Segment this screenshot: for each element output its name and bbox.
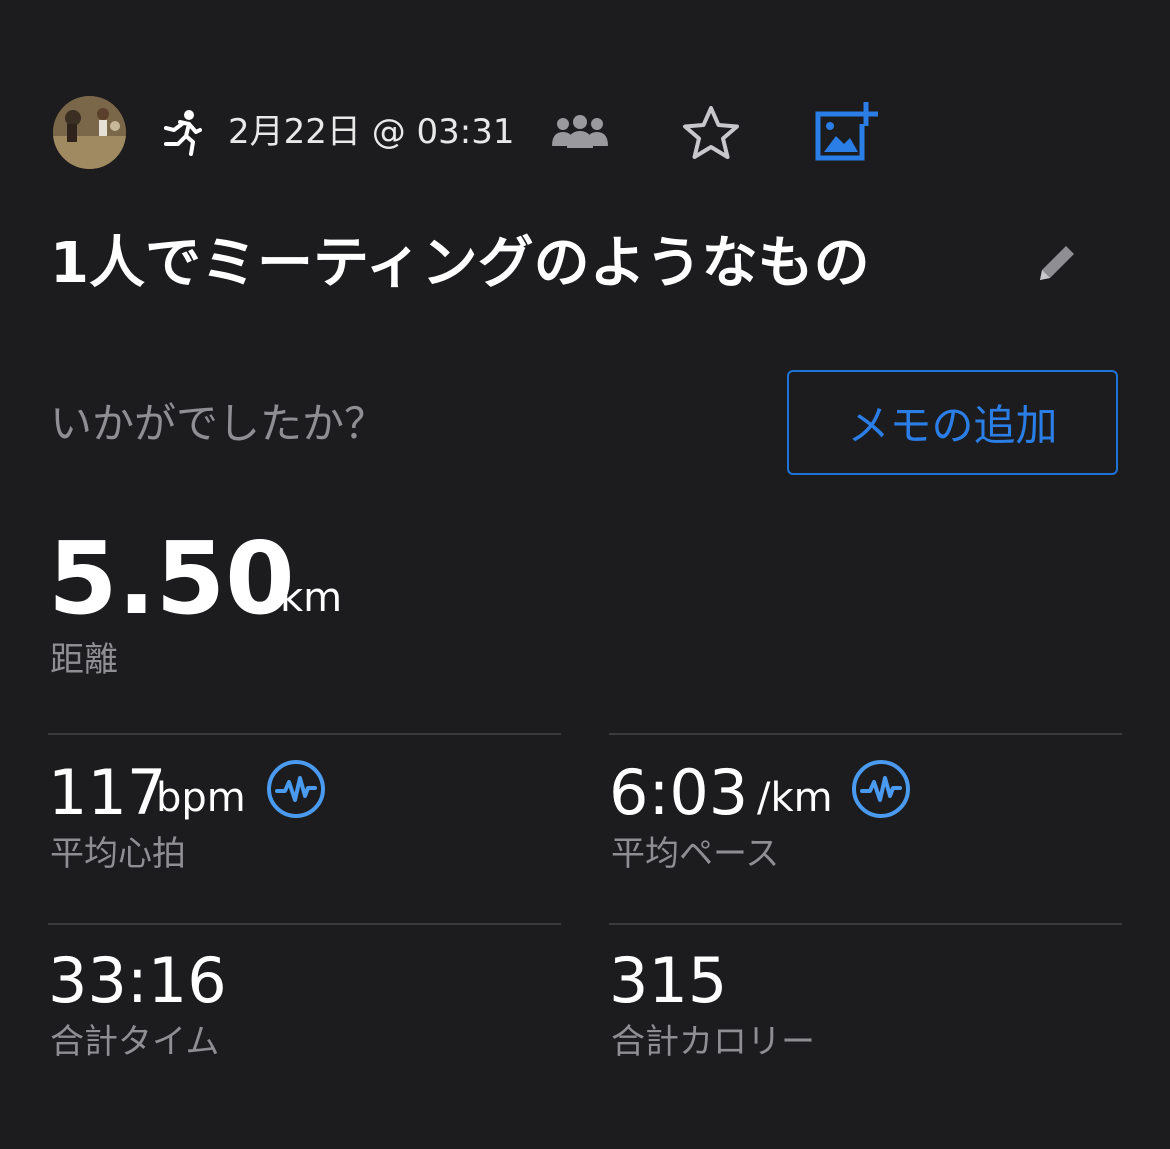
divider xyxy=(48,923,561,925)
distance-value: 5.50 xyxy=(48,520,295,637)
avg-hr-label: 平均心拍 xyxy=(50,834,186,874)
avatar-photo xyxy=(53,96,126,169)
avg-pace-label: 平均ペース xyxy=(611,834,780,874)
avg-hr-unit: bpm xyxy=(156,775,246,821)
distance-unit: km xyxy=(280,575,343,621)
divider xyxy=(609,923,1122,925)
pencil-icon[interactable] xyxy=(1030,240,1082,288)
avg-pace-unit: /km xyxy=(757,775,833,821)
divider xyxy=(609,733,1122,735)
add-photo-icon[interactable] xyxy=(814,100,880,162)
pace-detail-icon[interactable] xyxy=(850,758,912,820)
total-calories-value: 315 xyxy=(609,944,728,1017)
total-time-value: 33:16 xyxy=(48,944,227,1017)
feedback-prompt: いかがでしたか？ xyxy=(50,399,387,448)
total-time-label: 合計タイム xyxy=(50,1022,220,1062)
activity-title: 1人でミーティングのようなもの xyxy=(50,231,870,296)
avg-hr-value: 117 xyxy=(48,756,167,829)
heart-rate-icon[interactable] xyxy=(265,758,327,820)
divider xyxy=(48,733,561,735)
add-memo-button[interactable]: メモの追加 xyxy=(787,370,1118,475)
running-icon xyxy=(164,110,202,156)
avg-pace-value: 6:03 xyxy=(609,756,749,829)
group-icon[interactable] xyxy=(550,114,610,150)
total-calories-label: 合計カロリー xyxy=(611,1022,815,1062)
distance-label: 距離 xyxy=(50,640,118,680)
activity-date: 2月22日 @ 03:31 xyxy=(228,112,515,152)
star-icon[interactable] xyxy=(680,104,742,162)
avatar[interactable] xyxy=(53,96,126,169)
